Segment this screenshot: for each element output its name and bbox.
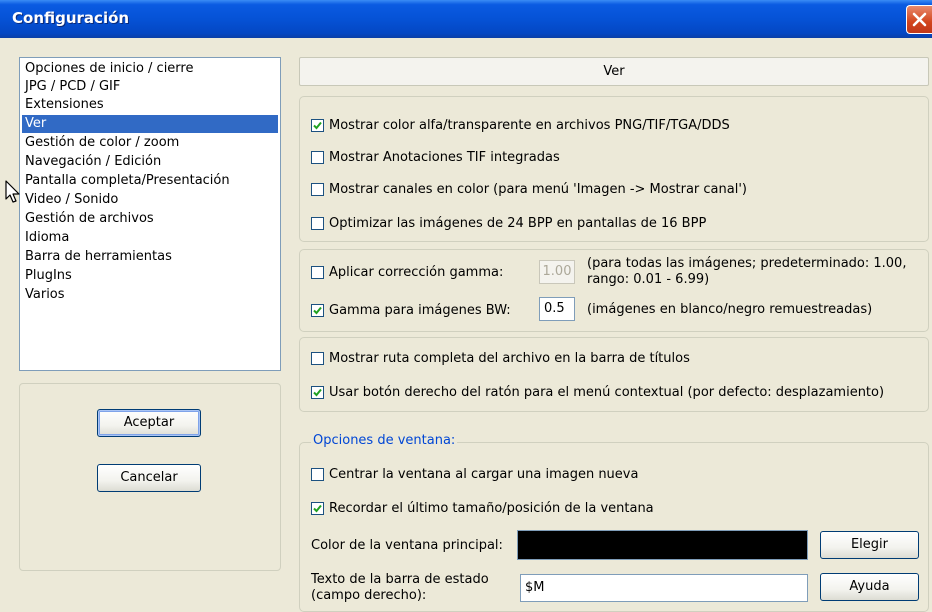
list-item-gestion-archivos[interactable]: Gestión de archivos [22,210,278,228]
list-item-navegacion[interactable]: Navegación / Edición [22,153,278,171]
tif-annotations-label: Mostrar Anotaciones TIF integradas [329,149,560,165]
bw-gamma-row[interactable]: Gamma para imágenes BW: [311,301,511,319]
status-text-label-line1: Texto de la barra de estado [311,572,489,587]
list-item-plugins[interactable]: PlugIns [22,267,278,285]
right-click-row[interactable]: Usar botón derecho del ratón para el men… [311,383,884,401]
full-path-checkbox[interactable] [311,351,324,365]
gamma-note-line2: rango: 0.01 - 6.99) [587,272,710,287]
list-item-video-sonido[interactable]: Video / Sonido [22,191,278,209]
optimize-bpp-label: Optimizar las imágenes de 24 BPP en pant… [329,215,707,231]
status-text-input[interactable]: $M [520,574,808,602]
bw-gamma-label: Gamma para imágenes BW: [329,302,511,318]
close-icon [912,12,927,27]
mouse-cursor-icon [5,180,20,203]
right-click-label: Usar botón derecho del ratón para el men… [329,384,885,400]
color-channels-checkbox[interactable] [311,182,324,196]
gamma-note-line1: (para todas las imágenes; predeterminado… [587,256,907,271]
bw-gamma-checkbox[interactable] [311,303,324,317]
center-window-label: Centrar la ventana al cargar una imagen … [329,466,639,482]
window-title: Configuración [12,9,130,27]
apply-gamma-checkbox[interactable] [311,265,324,279]
remember-window-label: Recordar el último tamaño/posición de la… [329,500,654,516]
center-window-checkbox[interactable] [311,467,324,481]
apply-gamma-label: Aplicar corrección gamma: [329,264,504,280]
title-bar: Configuración [0,0,932,38]
remember-window-row[interactable]: Recordar el último tamaño/posición de la… [311,499,654,517]
section-header: Ver [299,57,929,86]
list-item-idioma[interactable]: Idioma [22,229,278,247]
list-item-varios[interactable]: Varios [22,286,278,304]
status-text-label-line2: (campo derecho): [311,588,427,603]
full-path-row[interactable]: Mostrar ruta completa del archivo en la … [311,349,690,367]
gamma-value-input[interactable]: 1.00 [539,260,575,284]
center-window-row[interactable]: Centrar la ventana al cargar una imagen … [311,465,638,483]
help-button[interactable]: Ayuda [820,573,919,601]
checkmark-icon [313,306,322,314]
list-item-gestion-color[interactable]: Gestión de color / zoom [22,134,278,152]
main-color-label: Color de la ventana principal: [311,538,503,553]
list-item-barra-herramientas[interactable]: Barra de herramientas [22,248,278,266]
right-click-checkbox[interactable] [311,385,324,399]
close-button[interactable] [906,5,932,34]
apply-gamma-row[interactable]: Aplicar corrección gamma: [311,263,503,281]
choose-color-button[interactable]: Elegir [820,531,919,559]
optimize-bpp-checkbox[interactable] [311,216,324,230]
tif-annotations-checkbox[interactable] [311,150,324,164]
accept-button[interactable]: Aceptar [97,409,201,437]
list-item-pantalla-completa[interactable]: Pantalla completa/Presentación [22,172,278,190]
full-path-label: Mostrar ruta completa del archivo en la … [329,350,690,366]
list-item-ver[interactable]: Ver [22,115,278,133]
bw-gamma-input[interactable]: 0.5 [539,297,575,321]
display-options-group: Mostrar color alfa/transparente en archi… [299,96,929,242]
option-alpha-row[interactable]: Mostrar color alfa/transparente en archi… [311,116,730,134]
bw-gamma-note: (imágenes en blanco/negro remuestreadas) [587,302,873,317]
option-color-channels-row[interactable]: Mostrar canales en color (para menú 'Ima… [311,180,747,198]
category-list[interactable]: Opciones de inicio / cierre JPG / PCD / … [19,57,281,371]
alpha-checkbox[interactable] [311,118,324,132]
main-color-swatch[interactable] [517,530,808,560]
option-optimize-bpp-row[interactable]: Optimizar las imágenes de 24 BPP en pant… [311,214,706,232]
list-item-jpg-pcd-gif[interactable]: JPG / PCD / GIF [22,78,278,96]
window-options-group: Opciones de ventana: Centrar la ventana … [299,433,929,612]
checkmark-icon [313,388,322,396]
alpha-label: Mostrar color alfa/transparente en archi… [329,117,730,133]
gamma-group: Aplicar corrección gamma: 1.00 (para tod… [299,249,929,332]
color-channels-label: Mostrar canales en color (para menú 'Ima… [329,181,747,197]
checkmark-icon [313,121,322,129]
option-tif-annotations-row[interactable]: Mostrar Anotaciones TIF integradas [311,148,560,166]
list-item-opciones-inicio[interactable]: Opciones de inicio / cierre [22,60,278,78]
list-item-extensiones[interactable]: Extensiones [22,96,278,114]
remember-window-checkbox[interactable] [311,501,324,515]
checkmark-icon [313,504,322,512]
cancel-button[interactable]: Cancelar [97,464,201,492]
window-options-title: Opciones de ventana: [311,433,458,448]
misc-options-group: Mostrar ruta completa del archivo en la … [299,337,929,412]
